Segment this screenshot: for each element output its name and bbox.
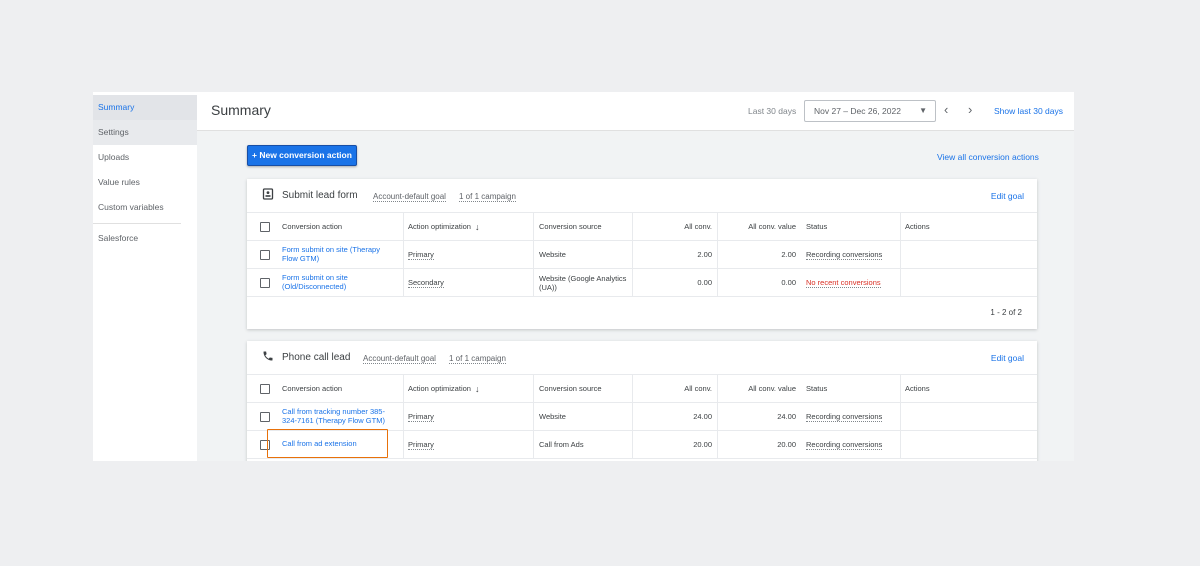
campaign-count-tag[interactable]: 1 of 1 campaign xyxy=(449,354,506,364)
row-checkbox[interactable] xyxy=(260,250,270,260)
pagination-label: 1 - 2 of 2 xyxy=(990,308,1022,317)
goal-scope-tag[interactable]: Account-default goal xyxy=(373,192,446,202)
view-all-conversion-actions-link[interactable]: View all conversion actions xyxy=(937,152,1039,162)
source-value: Website xyxy=(539,412,566,421)
col-all-conv: All conv. xyxy=(684,384,712,393)
col-conversion-source: Conversion source xyxy=(539,384,602,393)
date-range-select[interactable]: Nov 27 – Dec 26, 2022 ▼ xyxy=(804,100,936,122)
page-header: Summary Last 30 days Nov 27 – Dec 26, 20… xyxy=(197,92,1074,131)
all-conv-value: 24.00 xyxy=(693,412,712,421)
all-conv-value: 20.00 xyxy=(693,440,712,449)
row-checkbox[interactable] xyxy=(260,412,270,422)
edit-goal-link[interactable]: Edit goal xyxy=(991,191,1024,201)
sidebar-item-value-rules[interactable]: Value rules xyxy=(93,170,197,195)
all-conv-value-value: 20.00 xyxy=(777,440,796,449)
all-conv-value: 0.00 xyxy=(697,278,712,287)
table-row: Form submit on site (Therapy Flow GTM) P… xyxy=(247,241,1037,269)
arrow-down-icon: ↓ xyxy=(474,221,480,232)
date-range-value: Nov 27 – Dec 26, 2022 xyxy=(814,106,901,116)
card-header: Phone call lead Account-default goal 1 o… xyxy=(247,341,1037,375)
main-content: + New conversion action View all convers… xyxy=(197,131,1074,461)
form-icon xyxy=(262,188,274,203)
sidebar: Summary Settings Uploads Value rules Cus… xyxy=(93,92,197,461)
row-checkbox[interactable] xyxy=(260,440,270,450)
col-action-optimization[interactable]: Action optimization ↓ xyxy=(408,213,479,240)
col-conversion-action: Conversion action xyxy=(282,384,343,393)
sidebar-item-settings[interactable]: Settings xyxy=(93,120,197,145)
select-all-checkbox[interactable] xyxy=(260,222,270,232)
status-value[interactable]: Recording conversions xyxy=(806,440,883,450)
caret-down-icon: ▼ xyxy=(919,106,927,115)
table-header-row: Conversion action Action optimization ↓ C… xyxy=(247,213,1037,241)
card-title: Submit lead form xyxy=(282,190,358,201)
table-row: Form submit on site (Old/Disconnected) S… xyxy=(247,269,1037,297)
goal-scope-tag[interactable]: Account-default goal xyxy=(363,354,436,364)
all-conv-value-value: 24.00 xyxy=(777,412,796,421)
source-value: Website xyxy=(539,250,566,259)
page-title: Summary xyxy=(211,102,271,118)
all-conv-value: 2.00 xyxy=(697,250,712,259)
select-all-checkbox[interactable] xyxy=(260,384,270,394)
col-actions: Actions xyxy=(905,384,930,393)
table-row: Call from ad extension Primary Call from… xyxy=(247,431,1037,459)
optimization-value[interactable]: Primary xyxy=(408,250,434,260)
col-all-conv: All conv. xyxy=(684,222,712,231)
optimization-value[interactable]: Primary xyxy=(408,440,434,450)
show-last-30-days-link[interactable]: Show last 30 days xyxy=(994,106,1063,116)
source-value: Website (Google Analytics (UA)) xyxy=(539,273,627,292)
conversion-action-link[interactable]: Call from tracking number 385-324-7161 (… xyxy=(282,407,394,425)
card-title: Phone call lead xyxy=(282,352,351,363)
chevron-left-icon[interactable]: ‹ xyxy=(944,101,948,119)
phone-icon xyxy=(262,350,274,365)
sidebar-item-custom-variables[interactable]: Custom variables xyxy=(93,195,197,220)
col-conversion-action: Conversion action xyxy=(282,222,343,231)
table-header-row: Conversion action Action optimization ↓ C… xyxy=(247,375,1037,403)
new-conversion-action-button[interactable]: + New conversion action xyxy=(247,145,357,166)
col-status: Status xyxy=(806,384,828,393)
optimization-value[interactable]: Secondary xyxy=(408,278,444,288)
status-value[interactable]: No recent conversions xyxy=(806,278,881,288)
col-all-conv-value: All conv. value xyxy=(748,222,796,231)
date-range-label: Last 30 days xyxy=(748,106,797,116)
all-conv-value-value: 0.00 xyxy=(781,278,796,287)
col-status: Status xyxy=(806,222,828,231)
col-action-optimization[interactable]: Action optimization ↓ xyxy=(408,375,479,402)
optimization-value[interactable]: Primary xyxy=(408,412,434,422)
col-conversion-source: Conversion source xyxy=(539,222,602,231)
arrow-down-icon: ↓ xyxy=(474,383,480,394)
campaign-count-tag[interactable]: 1 of 1 campaign xyxy=(459,192,516,202)
col-actions: Actions xyxy=(905,222,930,231)
table-row: Call from tracking number 385-324-7161 (… xyxy=(247,403,1037,431)
chevron-right-icon[interactable]: › xyxy=(968,101,972,119)
conversion-action-link[interactable]: Call from ad extension xyxy=(282,440,357,449)
row-checkbox[interactable] xyxy=(260,278,270,288)
sidebar-item-uploads[interactable]: Uploads xyxy=(93,145,197,170)
col-all-conv-value: All conv. value xyxy=(748,384,796,393)
sidebar-item-salesforce[interactable]: Salesforce xyxy=(93,226,197,251)
edit-goal-link[interactable]: Edit goal xyxy=(991,353,1024,363)
app-frame: Summary Settings Uploads Value rules Cus… xyxy=(93,92,1074,461)
pagination: 1 - 2 of 2 xyxy=(247,297,1037,328)
status-value[interactable]: Recording conversions xyxy=(806,250,883,260)
status-value[interactable]: Recording conversions xyxy=(806,412,883,422)
all-conv-value-value: 2.00 xyxy=(781,250,796,259)
goal-card-submit-lead-form: Submit lead form Account-default goal 1 … xyxy=(247,179,1037,329)
sidebar-item-summary[interactable]: Summary xyxy=(93,95,197,120)
source-value: Call from Ads xyxy=(539,440,584,449)
sidebar-divider xyxy=(93,223,181,224)
goal-card-phone-call-lead: Phone call lead Account-default goal 1 o… xyxy=(247,341,1037,461)
conversion-action-link[interactable]: Form submit on site (Old/Disconnected) xyxy=(282,273,392,291)
conversion-action-link[interactable]: Form submit on site (Therapy Flow GTM) xyxy=(282,245,392,263)
card-header: Submit lead form Account-default goal 1 … xyxy=(247,179,1037,213)
